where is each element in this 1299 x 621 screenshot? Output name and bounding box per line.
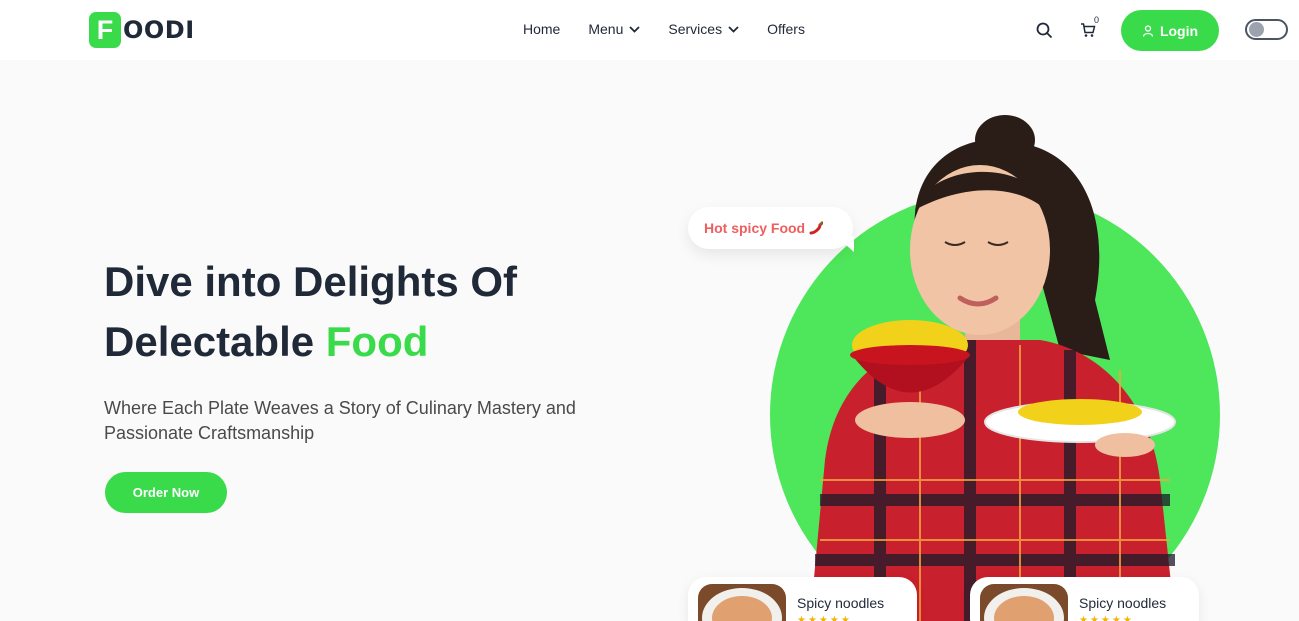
nav-menu-label: Menu [588,21,624,37]
hero-title-accent: Food [325,318,429,365]
nav-home-label: Home [523,21,561,37]
hero-title-line1: Dive into Delights Of [104,258,518,305]
nav-services-label: Services [668,21,723,37]
nav-home[interactable]: Home [523,21,560,37]
hero-subtitle: Where Each Plate Weaves a Story of Culin… [104,398,576,443]
logo-mark: F [89,12,121,48]
cart-icon[interactable]: 0 [1080,15,1099,43]
food-thumbnail [698,584,786,621]
food-card-rating: ★★★★★ [797,615,852,621]
hero-woman-image [810,115,1176,621]
bubble-text: Hot spicy Food [704,220,806,236]
chili-pepper-icon [809,221,824,235]
order-now-button[interactable]: Order Now [105,472,227,513]
hot-spicy-bubble: Hot spicy Food [688,207,853,249]
main-nav: Home Menu Services Offers [523,21,833,37]
food-card-rating: ★★★★★ [1079,615,1134,621]
nav-menu[interactable]: Menu [588,21,641,37]
toggle-knob [1249,22,1264,37]
food-card-name: Spicy noodles [1079,595,1167,611]
chevron-down-icon [728,25,739,33]
navbar: F OODI Home Menu Services Offers 0 Login [0,0,1299,60]
login-label: Login [1159,22,1199,39]
logo-text: OODI [123,16,195,44]
user-icon [1142,24,1154,37]
brand-logo[interactable]: F OODI [89,12,195,48]
login-button[interactable]: Login [1121,10,1219,51]
theme-toggle[interactable] [1245,19,1288,40]
food-thumbnail [980,584,1068,621]
food-card-name: Spicy noodles [797,595,885,611]
nav-offers-label: Offers [767,21,805,37]
hero-title-line2: Delectable [104,318,326,365]
food-card[interactable]: Spicy noodles ★★★★★ [688,577,917,621]
hero-title: Dive into Delights Of Delectable Food [104,252,664,372]
search-icon[interactable] [1036,22,1053,44]
nav-offers[interactable]: Offers [767,21,805,37]
cart-count-badge: 0 [1094,15,1100,25]
food-card[interactable]: Spicy noodles ★★★★★ [970,577,1199,621]
nav-services[interactable]: Services [668,21,739,37]
chevron-down-icon [629,25,641,33]
